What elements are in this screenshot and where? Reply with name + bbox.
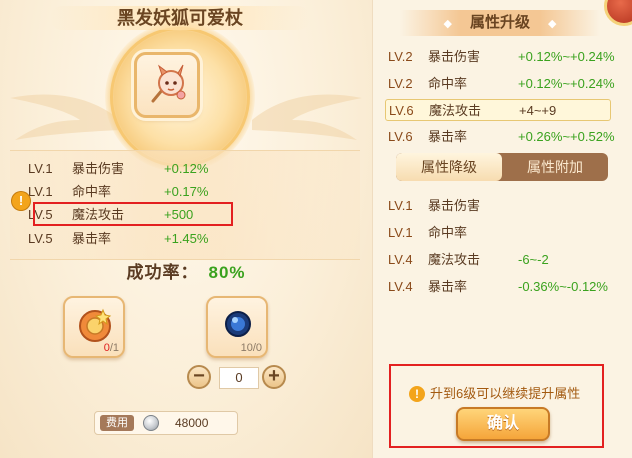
cost-value: 48000 <box>175 416 209 430</box>
success-rate-label: 成功率： <box>126 263 199 282</box>
warning-icon[interactable]: ! <box>12 192 30 210</box>
tab-append[interactable]: 属性附加 <box>502 153 608 181</box>
row-level: LV.2 <box>388 76 413 91</box>
stat-value: +1.45% <box>164 231 209 246</box>
upgrade-title: 属性升级 <box>469 14 530 31</box>
material-slot-orb[interactable]: 10/0 <box>206 296 268 358</box>
row-level: LV.4 <box>388 279 413 294</box>
highlight-annotation-box <box>33 202 233 226</box>
row-value: +0.26%~+0.52% <box>518 129 615 144</box>
downgrade-row[interactable]: LV.4 魔法攻击 -6~-2 <box>388 249 628 271</box>
row-name: 命中率 <box>428 76 468 91</box>
wing-decoration-right <box>252 94 362 140</box>
upgrade-row[interactable]: LV.2 暴击伤害 +0.12%~+0.24% <box>388 46 628 68</box>
row-name: 暴击率 <box>428 129 468 144</box>
material-slot-talisman[interactable]: 0/1 <box>63 296 125 358</box>
row-value: +0.12%~+0.24% <box>518 76 615 91</box>
increase-button[interactable]: + <box>262 365 286 389</box>
row-level: LV.4 <box>388 252 413 267</box>
star-decoration-icon: ◆ <box>548 18 557 30</box>
downgrade-row[interactable]: LV.1 命中率 <box>388 222 628 244</box>
downgrade-row[interactable]: LV.1 暴击伤害 <box>388 195 628 217</box>
stat-value: +0.12% <box>164 161 209 176</box>
confirm-button[interactable]: 确认 <box>456 407 550 441</box>
attribute-tabs: 属性降级 属性附加 <box>396 153 608 181</box>
row-value: +4~+9 <box>519 103 557 118</box>
row-value: -6~-2 <box>518 252 549 267</box>
warning-icon: ! <box>409 386 425 402</box>
fox-staff-icon <box>151 64 186 103</box>
stat-level: LV.1 <box>28 184 53 199</box>
row-level: LV.2 <box>388 49 413 64</box>
item-slot[interactable] <box>134 52 200 118</box>
row-name: 命中率 <box>428 225 468 240</box>
success-rate-value: 80% <box>208 263 246 282</box>
upgrade-row[interactable]: LV.2 命中率 +0.12%~+0.24% <box>388 73 628 95</box>
row-value: -0.36%~-0.12% <box>518 279 608 294</box>
wing-decoration-left <box>10 94 120 140</box>
row-level: LV.1 <box>388 198 413 213</box>
success-rate: 成功率： 80% <box>0 258 372 282</box>
upgrade-row[interactable]: LV.6 暴击率 +0.26%~+0.52% <box>388 126 628 148</box>
material-count: 0/1 <box>104 342 119 354</box>
row-level: LV.1 <box>388 225 413 240</box>
tab-downgrade[interactable]: 属性降级 <box>396 153 502 181</box>
material-count-need: /1 <box>109 342 119 354</box>
upgrade-header: ◆ 属性升级 ◆ <box>400 10 600 36</box>
stat-level: LV.5 <box>28 231 53 246</box>
star-decoration-icon: ◆ <box>443 18 452 30</box>
blue-orb-icon <box>225 311 251 337</box>
item-name: 黑发妖狐可爱杖 <box>117 8 243 28</box>
row-level: LV.6 <box>388 129 413 144</box>
cost-label: 费用 <box>100 415 134 431</box>
stat-name: 暴击率 <box>72 231 112 246</box>
row-name: 魔法攻击 <box>428 252 481 267</box>
cost-bar: 费用 48000 <box>94 411 238 435</box>
row-name: 暴击率 <box>428 279 468 294</box>
stat-name: 命中率 <box>72 184 112 199</box>
row-name: 魔法攻击 <box>429 103 482 118</box>
stat-level: LV.1 <box>28 161 53 176</box>
row-name: 暴击伤害 <box>428 49 481 64</box>
upgrade-row-selected[interactable]: LV.6 魔法攻击 +4~+9 <box>385 99 611 121</box>
stat-value: +0.17% <box>164 184 209 199</box>
stat-name: 暴击伤害 <box>72 161 125 176</box>
notice-text: 升到6级可以继续提升属性 <box>430 386 581 401</box>
quantity-field[interactable]: 0 <box>219 367 259 389</box>
downgrade-row[interactable]: LV.4 暴击率 -0.36%~-0.12% <box>388 276 628 298</box>
decrease-button[interactable]: − <box>187 365 211 389</box>
row-name: 暴击伤害 <box>428 198 481 213</box>
material-count: 10/0 <box>240 342 262 354</box>
silver-coin-icon <box>143 415 159 431</box>
row-level: LV.6 <box>389 103 414 118</box>
row-value: +0.12%~+0.24% <box>518 49 615 64</box>
